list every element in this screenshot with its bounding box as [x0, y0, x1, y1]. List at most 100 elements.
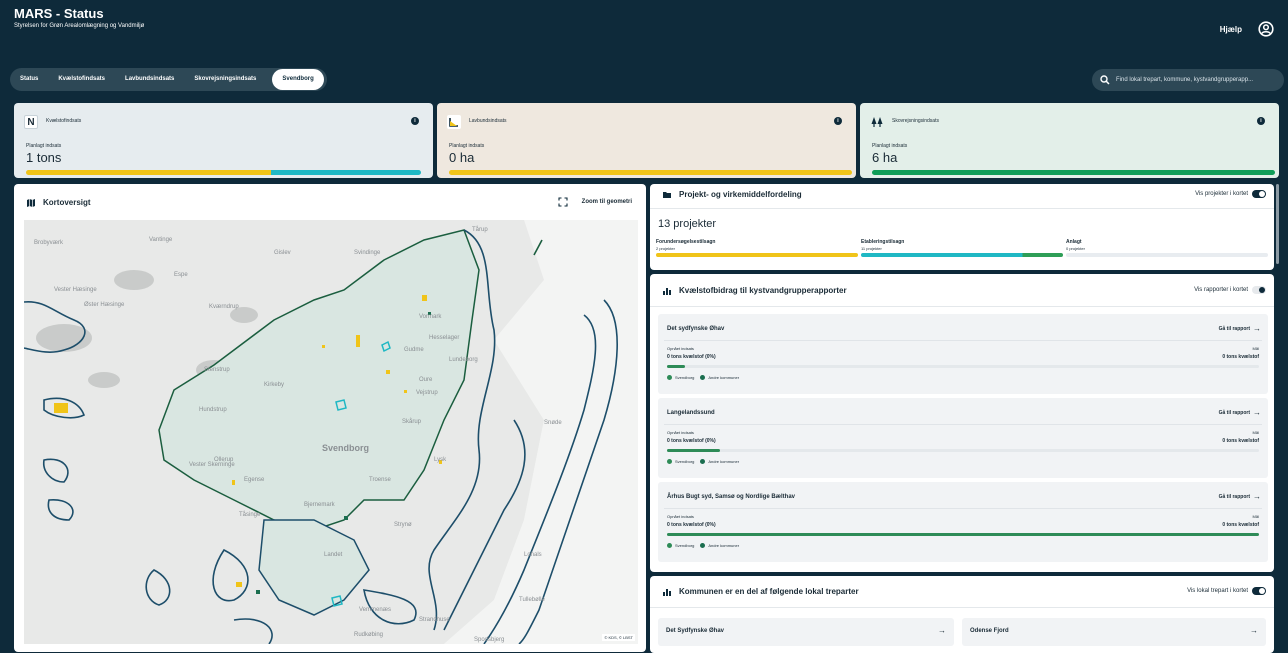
map-place-label: Vemmenæs	[359, 607, 391, 613]
divider	[664, 424, 1262, 425]
app-subtitle: Styrelsen for Grøn Arealomlægning og Van…	[14, 23, 145, 29]
projects-toggle[interactable]	[1252, 190, 1266, 198]
projects-toggle-label: Vis projekter i kortet	[1195, 191, 1248, 197]
contrib-toggle[interactable]	[1252, 286, 1266, 294]
tab-kvaelstofindsats[interactable]: Kvælstofindsats	[48, 68, 115, 91]
info-icon[interactable]: i	[411, 117, 419, 125]
legend: Svendborg Andre kommuner	[667, 459, 739, 464]
info-icon[interactable]: i	[834, 117, 842, 125]
map-place-label: Svindinge	[354, 250, 381, 256]
zoom-to-geometry-button[interactable]: Zoom til geometri	[582, 199, 632, 205]
divider	[664, 340, 1262, 341]
achieved-value: 0 tons kvælstof (0%)	[667, 522, 716, 528]
map-place-label: Vejstrup	[416, 390, 438, 396]
map-place-label: Troense	[369, 477, 391, 483]
kpi-title: Lavbundsindsats	[469, 118, 507, 124]
projects-panel: Projekt- og virkemiddelfordeling Vis pro…	[650, 184, 1274, 270]
arrow-right-icon[interactable]: →	[1253, 324, 1261, 333]
map-place-label: Rudkøbing	[354, 632, 383, 638]
map-place-label: Egense	[244, 477, 265, 483]
stage-count: 2 projekter	[656, 246, 675, 251]
goto-report-link[interactable]: Gå til rapport	[1219, 326, 1250, 332]
stage-bar	[1066, 253, 1268, 257]
kpi-planned-label: Planlagt indsats	[872, 143, 908, 149]
goal-value: 0 tons kvælstof	[1222, 354, 1259, 360]
map-copyright: © KDS, © LBST	[602, 634, 635, 641]
bar-segment	[270, 170, 421, 175]
map-place-label: Strynø	[394, 522, 412, 528]
map-place-label: Espe	[174, 272, 188, 278]
map-place-label: Hundstrup	[199, 407, 227, 413]
legend-label: Andre kommuner	[708, 375, 740, 380]
stage-bar	[861, 253, 1063, 257]
map-place-label: Kirkeby	[264, 382, 284, 388]
legend-dot	[700, 375, 706, 380]
progress-track	[667, 449, 1259, 452]
divider	[650, 208, 1274, 209]
stage-label: Anlagt	[1066, 239, 1082, 245]
goto-report-link[interactable]: Gå til rapport	[1219, 494, 1250, 500]
map-place-label: Kværndrup	[209, 304, 239, 310]
map-place-label: Vantinge	[149, 237, 173, 243]
zoom-extent-icon[interactable]	[558, 197, 568, 207]
map-place-label: Strandhuse	[419, 617, 450, 623]
arrow-right-icon[interactable]: →	[1253, 408, 1261, 417]
map-graphic: Tårup Brobyværk Vantinge Gislev Svindinge Esp…	[24, 220, 638, 644]
achieved-label: Opnået indsats	[667, 514, 694, 519]
progress-fill	[667, 533, 1259, 536]
legend-dot	[667, 375, 672, 380]
info-icon[interactable]: i	[1257, 117, 1265, 125]
map-place-label: Tåsinge	[239, 511, 261, 518]
kpi-progress-bar	[26, 170, 421, 175]
search-input[interactable]: Find lokal trepart, kommune, kystvandgru…	[1092, 69, 1284, 91]
trepart-name: Det Sydfynske Øhav	[666, 628, 725, 634]
search-icon	[1100, 75, 1110, 85]
map-place-label: Ollerup	[214, 457, 234, 463]
arrow-right-icon: →	[1250, 626, 1258, 635]
treparter-toggle[interactable]	[1252, 587, 1266, 595]
kpi-planned-label: Planlagt indsats	[26, 143, 62, 149]
app-header: MARS - Status Styrelsen for Grøn Arealom…	[0, 0, 1288, 58]
map-place-label: Lohals	[524, 552, 542, 558]
arrow-right-icon[interactable]: →	[1253, 492, 1261, 501]
kpi-card-lavbund: Lavbundsindsats i Planlagt indsats 0 ha	[437, 103, 856, 178]
trepart-item[interactable]: Det Sydfynske Øhav →	[658, 618, 954, 646]
lowland-icon	[447, 115, 461, 129]
legend-dot	[667, 459, 672, 464]
achieved-label: Opnået indsats	[667, 346, 694, 351]
map-place-label: Vormark	[419, 314, 442, 320]
report-name: Langelandssund	[667, 410, 715, 416]
tab-svendborg[interactable]: Svendborg	[272, 69, 324, 90]
legend: Svendborg Andre kommuner	[667, 375, 739, 380]
tab-lavbundsindsats[interactable]: Lavbundsindsats	[115, 68, 184, 91]
map-place-label: Bjernemark	[304, 502, 336, 508]
legend-label: Svendborg	[675, 459, 695, 464]
achieved-value: 0 tons kvælstof (0%)	[667, 438, 716, 444]
stage-label: Forundersøgelsestilsagn	[656, 239, 716, 245]
contrib-title: Kvælstofbidrag til kystvandgrupperapport…	[679, 286, 847, 295]
map-title: Kortoversigt	[43, 198, 91, 207]
trepart-item[interactable]: Odense Fjord →	[962, 618, 1266, 646]
stage-label: Etableringstilsagn	[861, 239, 905, 245]
bar-segment	[449, 170, 852, 175]
stage-count: 0 projekter	[1066, 246, 1085, 251]
report-card: Århus Bugt syd, Samsø og Nordlige Bæltha…	[658, 482, 1268, 562]
help-link[interactable]: Hjælp	[1220, 25, 1242, 34]
map-place-label: Landet	[324, 552, 343, 558]
map-panel: Kortoversigt Zoom til geometri Tårup Bro…	[14, 184, 646, 652]
map-place-label: Brobyværk	[34, 240, 64, 246]
bar-segment	[872, 170, 1275, 175]
map-canvas[interactable]: Tårup Brobyværk Vantinge Gislev Svindinge Esp…	[24, 220, 638, 644]
trees-icon	[871, 117, 883, 127]
app-title: MARS - Status	[14, 6, 104, 21]
tab-skovrejsningsindsats[interactable]: Skovrejsningsindsats	[184, 68, 266, 91]
legend-dot	[700, 459, 706, 464]
tab-status[interactable]: Status	[10, 68, 48, 91]
divider	[664, 508, 1262, 509]
map-place-label: Vester Hæsinge	[54, 287, 97, 293]
legend-label: Andre kommuner	[708, 543, 740, 548]
goto-report-link[interactable]: Gå til rapport	[1219, 410, 1250, 416]
user-icon[interactable]	[1258, 21, 1274, 37]
scrollbar[interactable]	[1276, 184, 1279, 264]
kpi-title: Kvælstofindsats	[46, 118, 82, 124]
